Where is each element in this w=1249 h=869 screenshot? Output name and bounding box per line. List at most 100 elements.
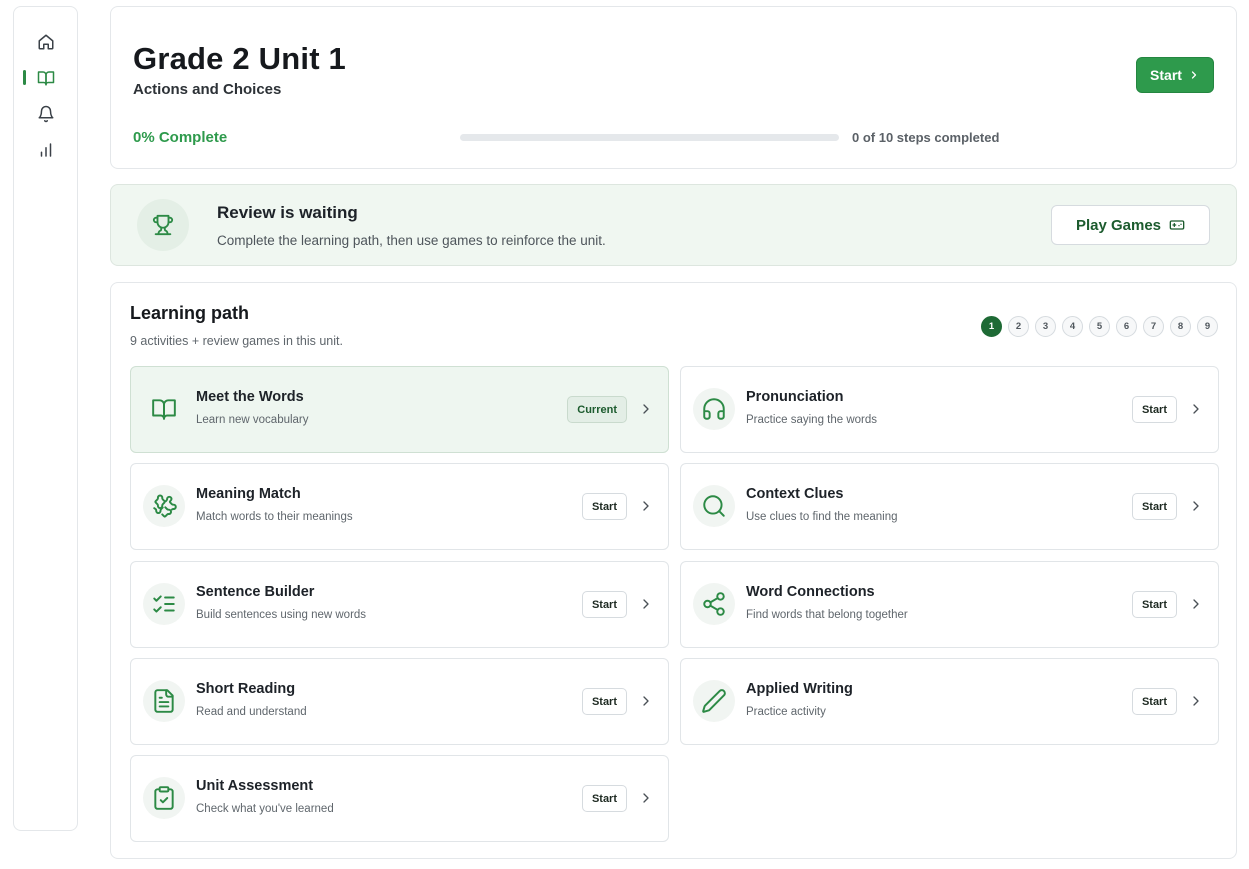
activity-status-button[interactable]: Start [581,493,627,520]
activity-icon-badge [143,583,185,625]
activity-icon-badge [693,583,735,625]
review-description: Complete the learning path, then use gam… [217,233,606,248]
active-indicator [23,70,26,85]
progress-bar [460,134,839,141]
home-icon [38,34,53,50]
activity-card[interactable]: Meet the Words Learn new vocabulary Curren… [130,366,669,453]
sidebar-item-notifications[interactable] [14,100,77,128]
activity-card[interactable]: Applied Writing Practice activity Start [680,658,1219,745]
chevron-right-icon[interactable] [638,498,654,514]
sidebar-item-home[interactable] [14,28,77,56]
activity-card[interactable]: Meaning Match Match words to their meanin… [130,463,669,550]
activity-card[interactable]: Sentence Builder Build sentences using ne… [130,561,669,648]
list-checks-icon [153,595,175,613]
chevron-right-icon[interactable] [638,693,654,709]
activity-description: Read and understand [196,706,307,718]
chevron-right-icon [1191,71,1197,79]
activity-card[interactable]: Pronunciation Practice saying the words St… [680,366,1219,453]
start-unit-label: Start [1150,67,1182,83]
pager-step-1[interactable]: 1 [981,316,1002,337]
activity-status-button[interactable]: Start [581,688,627,715]
share-icon [703,592,725,616]
pager-step-2[interactable]: 2 [1008,316,1029,337]
progress-percent: 0% Complete [133,129,228,146]
chevron-right-icon[interactable] [638,401,654,417]
activity-title: Word Connections [746,584,875,600]
activity-title: Meaning Match [196,486,301,502]
trophy-badge [137,199,189,251]
activity-title: Context Clues [746,486,844,502]
puzzle-icon [153,494,177,518]
activity-title: Meet the Words [196,389,304,405]
activity-description: Use clues to find the meaning [746,511,898,523]
activity-description: Match words to their meanings [196,511,353,523]
pager-step-6[interactable]: 6 [1116,316,1137,337]
file-text-icon [154,689,174,713]
activity-icon-badge [693,388,735,430]
activity-title: Pronunciation [746,389,844,405]
unit-title: Grade 2 Unit 1 [133,41,346,76]
activity-status-button[interactable]: Start [1131,493,1177,520]
activity-card[interactable]: Context Clues Use clues to find the meani… [680,463,1219,550]
activity-title: Unit Assessment [196,778,314,794]
activity-status-button[interactable]: Start [1131,688,1177,715]
pager-step-9[interactable]: 9 [1197,316,1218,337]
activity-description: Learn new vocabulary [196,414,309,426]
unit-header-card: Grade 2 Unit 1 Actions and Choices Start… [110,6,1237,169]
pager-step-7[interactable]: 7 [1143,316,1164,337]
activity-status-button[interactable]: Start [1131,396,1177,423]
activity-description: Practice saying the words [746,414,878,426]
activity-card[interactable]: Unit Assessment Check what you've learned… [130,755,669,842]
pager-step-5[interactable]: 5 [1089,316,1110,337]
learning-path-card: Learning path 9 activities + review game… [110,282,1237,859]
play-games-button[interactable]: Play Games [1051,205,1210,245]
activity-description: Find words that belong together [746,609,908,621]
chevron-right-icon[interactable] [1188,401,1204,417]
progress-steps: 0 of 10 steps completed [852,130,1000,145]
trophy-icon [152,214,174,236]
activity-icon-badge [143,485,185,527]
chevron-right-icon[interactable] [1188,498,1204,514]
activity-icon-badge [693,680,735,722]
activity-icon-badge [143,388,185,430]
activity-status-button[interactable]: Start [1131,591,1177,618]
chevron-right-icon[interactable] [638,790,654,806]
book-open-icon [37,71,54,86]
book-open-icon [152,399,176,420]
activity-description: Check what you've learned [196,803,334,815]
activity-status-button[interactable]: Start [581,591,627,618]
activity-status-button[interactable]: Current [567,396,627,423]
review-title: Review is waiting [217,203,358,222]
activity-card[interactable]: Short Reading Read and understand Start [130,658,669,745]
start-unit-button[interactable]: Start [1136,57,1214,93]
bell-icon [38,105,53,123]
search-icon [703,495,725,517]
activity-title: Sentence Builder [196,584,315,600]
activity-card[interactable]: Word Connections Find words that belong t… [680,561,1219,648]
review-banner: Review is waiting Complete the learning … [110,184,1237,266]
chevron-right-icon[interactable] [638,596,654,612]
activity-icon-badge [693,485,735,527]
activity-status-button[interactable]: Start [581,785,627,812]
sidebar-item-learning[interactable] [14,64,77,92]
gamepad-icon [1169,220,1185,230]
sidebar [13,6,78,831]
clipboard-check-icon [154,786,174,810]
bar-chart-icon [40,143,51,157]
pager-step-4[interactable]: 4 [1062,316,1083,337]
sidebar-item-stats[interactable] [14,136,77,164]
chevron-right-icon[interactable] [1188,596,1204,612]
pager-step-8[interactable]: 8 [1170,316,1191,337]
pencil-icon [702,689,726,713]
learning-path-title: Learning path [130,303,250,323]
headphones-icon [703,398,725,420]
activity-title: Applied Writing [746,681,853,697]
activity-description: Build sentences using new words [196,609,367,621]
learning-path-description: 9 activities + review games in this unit… [130,334,343,348]
chevron-right-icon[interactable] [1188,693,1204,709]
pager-step-3[interactable]: 3 [1035,316,1056,337]
play-games-label: Play Games [1075,216,1162,234]
activity-icon-badge [143,777,185,819]
unit-subtitle: Actions and Choices [133,81,282,98]
step-pager: 123456789 [981,316,1218,337]
